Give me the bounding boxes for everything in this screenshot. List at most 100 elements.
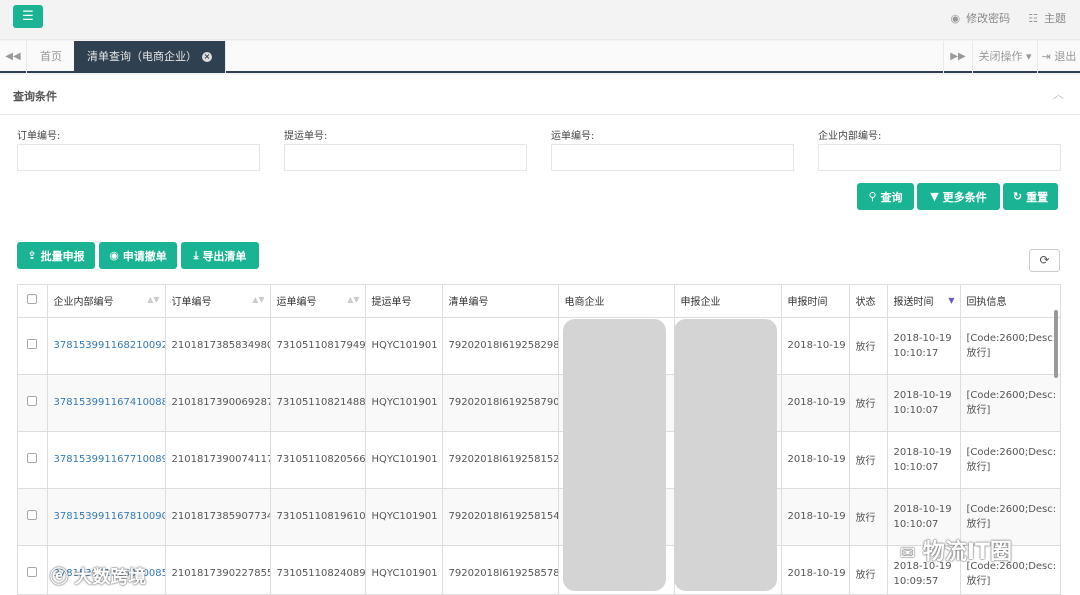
hamburger-icon: ☰ bbox=[22, 9, 34, 24]
cell-status: 放行 bbox=[849, 488, 888, 546]
cell-lading-no: HQYC101901 bbox=[365, 431, 443, 489]
header-declare-company-label: 申报企业 bbox=[680, 297, 721, 309]
close-tab-icon[interactable]: × bbox=[202, 52, 212, 62]
table-row[interactable]: 378153991167710089 2101817390074117 731051… bbox=[18, 431, 1060, 489]
header-receipt-info-label: 回执信息 bbox=[966, 297, 1007, 309]
header-declare-time-label: 申报时间 bbox=[787, 297, 828, 309]
change-password-link[interactable]: ◉ 修改密码 bbox=[951, 10, 1011, 26]
redacted-declare-company bbox=[674, 319, 777, 591]
tab-scroll-right-button[interactable]: ▶▶ bbox=[943, 41, 973, 73]
cell-status: 放行 bbox=[849, 374, 888, 432]
cell-status: 放行 bbox=[849, 545, 888, 594]
tab-list-query-label: 清单查询（电商企业） bbox=[87, 50, 197, 63]
cell-receipt-info-line: [Code:2600;Desc: bbox=[966, 332, 1057, 344]
cell-send-time-line: 2018-10-19 bbox=[893, 503, 952, 515]
cell-order-no: 2101817390227855 bbox=[165, 545, 271, 594]
list-icon: ☷ bbox=[1028, 11, 1038, 25]
query-panel-header: 查询条件 ︿ bbox=[0, 75, 1080, 115]
tab-home[interactable]: 首页 bbox=[27, 41, 76, 73]
double-right-arrow-icon: ▶▶ bbox=[950, 51, 966, 62]
tab-scroll-left-button[interactable]: ◀◀ bbox=[0, 41, 27, 73]
table-row[interactable]: 378153991167410088 2101817390069287 731051… bbox=[18, 374, 1060, 432]
cell-send-time-line: 10:10:07 bbox=[893, 461, 939, 473]
cell-lading-no: HQYC101901 bbox=[365, 374, 443, 432]
header-order-no[interactable]: 订单编号 ▲▼ bbox=[165, 285, 271, 318]
cell-waybill-no: 73105110824089 bbox=[270, 545, 366, 594]
select-all-checkbox-cell[interactable] bbox=[18, 285, 48, 318]
cell-send-time-line: 2018-10-19 bbox=[893, 389, 952, 401]
sort-icon: ▲▼ bbox=[252, 295, 265, 304]
row-checkbox[interactable] bbox=[27, 510, 38, 520]
cell-send-time-line: 10:09:57 bbox=[893, 575, 939, 587]
order-no-input[interactable] bbox=[17, 144, 260, 171]
row-checkbox[interactable] bbox=[27, 567, 38, 577]
request-withdraw-button[interactable]: ◉ 申请撤单 bbox=[99, 242, 177, 269]
logout-icon: ⇥ bbox=[1041, 50, 1051, 63]
cell-receipt-info-line: 放行] bbox=[966, 518, 991, 530]
cell-lading-no: HQYC101901 bbox=[365, 545, 443, 594]
header-lading-no: 提运单号 bbox=[365, 285, 443, 318]
batch-declare-button[interactable]: ⇪ 批量申报 bbox=[17, 242, 95, 269]
table-row[interactable]: 378153991168210092 2101817385834980 731051… bbox=[18, 317, 1060, 375]
header-order-no-label: 订单编号 bbox=[171, 297, 212, 309]
header-internal-no[interactable]: 企业内部编号 ▲▼ bbox=[47, 285, 166, 318]
query-button[interactable]: ⚲ 查询 bbox=[857, 183, 914, 210]
header-status: 状态 bbox=[849, 285, 888, 318]
export-list-button[interactable]: ⤓ 导出清单 bbox=[181, 242, 259, 269]
row-checkbox-cell[interactable] bbox=[18, 488, 48, 546]
redacted-ecommerce-company bbox=[563, 319, 666, 591]
bill-of-lading-input[interactable] bbox=[284, 144, 527, 171]
select-all-checkbox[interactable] bbox=[27, 294, 38, 305]
caret-down-icon: ▾ bbox=[1025, 50, 1032, 63]
bill-of-lading-label: 提运单号: bbox=[284, 131, 328, 142]
waybill-input[interactable] bbox=[551, 144, 794, 171]
search-icon: ⚲ bbox=[868, 190, 877, 203]
cell-internal-no[interactable]: 378153991167410088 bbox=[47, 374, 166, 432]
cell-receipt-info: [Code:2600;Desc: 放行] bbox=[960, 431, 1060, 489]
header-waybill-no[interactable]: 运单编号 ▲▼ bbox=[270, 285, 366, 318]
row-checkbox[interactable] bbox=[27, 453, 38, 463]
table-refresh-button[interactable]: ⟳ bbox=[1029, 249, 1060, 272]
reset-button[interactable]: ↻ 重置 bbox=[1003, 183, 1058, 210]
sort-desc-icon: ▼ bbox=[948, 296, 955, 305]
refresh-icon: ↻ bbox=[1012, 190, 1023, 203]
cell-waybill-no: 73105110817949 bbox=[270, 317, 366, 375]
watermark-left-text: 大数跨境 bbox=[74, 567, 147, 588]
cell-internal-no[interactable]: 378153991168210092 bbox=[47, 317, 166, 375]
cell-lading-no: HQYC101901 bbox=[365, 488, 443, 546]
cell-internal-no[interactable]: 378153991167810090 bbox=[47, 488, 166, 546]
table-scrollbar[interactable] bbox=[1054, 310, 1058, 378]
row-checkbox-cell[interactable] bbox=[18, 545, 48, 594]
row-checkbox-cell[interactable] bbox=[18, 317, 48, 375]
close-operations-dropdown[interactable]: 关闭操作 ▾ bbox=[973, 41, 1038, 73]
internal-no-input[interactable] bbox=[818, 144, 1061, 171]
row-checkbox-cell[interactable] bbox=[18, 431, 48, 489]
cell-list-no: 79202018I619258298 bbox=[442, 317, 559, 375]
tab-list-query[interactable]: 清单查询（电商企业） × bbox=[74, 41, 226, 73]
header-list-no: 清单编号 bbox=[442, 285, 559, 318]
cell-declare-time: 2018-10-19 bbox=[781, 431, 850, 489]
cell-status: 放行 bbox=[849, 317, 888, 375]
chevron-up-icon[interactable]: ︿ bbox=[1053, 86, 1064, 102]
menu-toggle-button[interactable]: ☰ bbox=[13, 5, 43, 28]
theme-link[interactable]: ☷ 主题 bbox=[1028, 10, 1066, 26]
header-send-time[interactable]: 报送时间 ▼ bbox=[887, 285, 961, 318]
cell-send-time-line: 10:10:07 bbox=[893, 518, 939, 530]
cell-declare-time: 2018-10-19 bbox=[781, 317, 850, 375]
close-operations-label: 关闭操作 bbox=[978, 50, 1023, 63]
watermark-right-text: 物流IT圈 bbox=[922, 540, 1012, 565]
cell-internal-no[interactable]: 378153991167710089 bbox=[47, 431, 166, 489]
logout-button[interactable]: ⇥ 退出 bbox=[1038, 41, 1080, 73]
wechat-icon: ✉ bbox=[900, 543, 916, 564]
cell-waybill-no: 73105110819610 bbox=[270, 488, 366, 546]
cell-send-time: 2018-10-19 10:10:17 bbox=[887, 317, 961, 375]
double-left-arrow-icon: ◀◀ bbox=[5, 51, 21, 62]
row-checkbox[interactable] bbox=[27, 396, 38, 406]
more-conditions-button[interactable]: ▼ 更多条件 bbox=[917, 183, 1000, 210]
row-checkbox-cell[interactable] bbox=[18, 374, 48, 432]
cell-waybill-no: 73105110821488 bbox=[270, 374, 366, 432]
internal-no-label: 企业内部编号: bbox=[818, 131, 882, 142]
cell-send-time-line: 2018-10-19 bbox=[893, 332, 952, 344]
row-checkbox[interactable] bbox=[27, 339, 38, 349]
cell-declare-time: 2018-10-19 bbox=[781, 488, 850, 546]
